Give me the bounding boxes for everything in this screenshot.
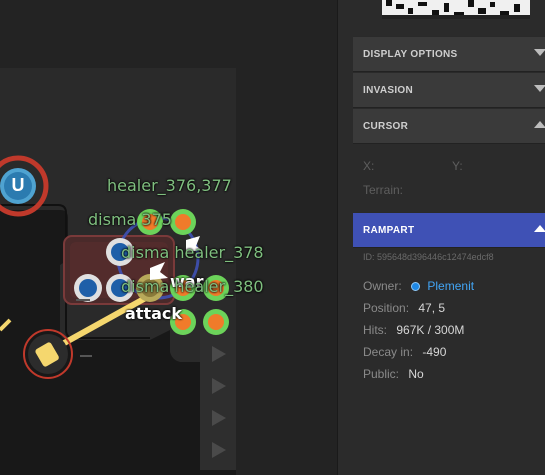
owner-link[interactable]: Plemenit (427, 279, 474, 293)
public-label: Public: (363, 367, 400, 381)
section-invasion[interactable]: INVASION (353, 72, 545, 108)
decay-value: -490 (422, 345, 447, 359)
position-row: Position: 47, 5 (363, 301, 445, 315)
cursor-x-label: X: (363, 159, 375, 173)
owner-row: Owner: Plemenit (363, 279, 474, 293)
cursor-y-label: Y: (452, 159, 463, 173)
owner-label: Owner: (363, 279, 402, 293)
section-invasion-label: INVASION (363, 84, 413, 96)
section-rampart-label: RAMPART (363, 224, 415, 236)
chevron-up-icon (534, 225, 545, 232)
hits-value: 967K / 300M (396, 323, 465, 337)
cursor-terrain-label: Terrain: (363, 183, 404, 197)
section-display-options[interactable]: DISPLAY OPTIONS (353, 36, 545, 72)
section-cursor[interactable]: CURSOR (353, 108, 545, 144)
creep-label-disma-healer-378: disma healer_378 (121, 243, 264, 262)
public-value: No (408, 367, 424, 381)
decay-label: Decay in: (363, 345, 414, 359)
controller-badge-letter: U (11, 175, 25, 195)
creep-label-disma-375: disma 375 (88, 210, 172, 229)
room-minimap[interactable] (382, 0, 530, 19)
creep-label-healer-376-377: healer_376,377 (107, 176, 232, 195)
section-cursor-label: CURSOR (363, 120, 409, 132)
game-map[interactable]: U healer_376,377 disma 375 disma healer_… (0, 0, 337, 475)
chevron-down-icon (534, 85, 545, 92)
chevron-down-icon (534, 49, 545, 56)
creep-label-attack: attack (125, 304, 183, 323)
position-label: Position: (363, 301, 410, 315)
section-rampart[interactable]: RAMPART (353, 212, 545, 248)
position-value: 47, 5 (418, 301, 446, 315)
chevron-up-icon (534, 121, 545, 128)
section-display-options-label: DISPLAY OPTIONS (363, 48, 458, 60)
public-row: Public: No (363, 367, 424, 381)
hits-label: Hits: (363, 323, 387, 337)
decay-row: Decay in: -490 (363, 345, 446, 359)
owner-badge-icon (411, 282, 421, 292)
object-id: ID: 595648d396446c12474edcf8 (363, 252, 494, 262)
right-panel: DISPLAY OPTIONS INVASION CURSOR X: Y: Te… (337, 0, 545, 475)
hits-row: Hits: 967K / 300M (363, 323, 464, 337)
creep-label-disma-healer-380: disma healer_380 (121, 277, 264, 296)
